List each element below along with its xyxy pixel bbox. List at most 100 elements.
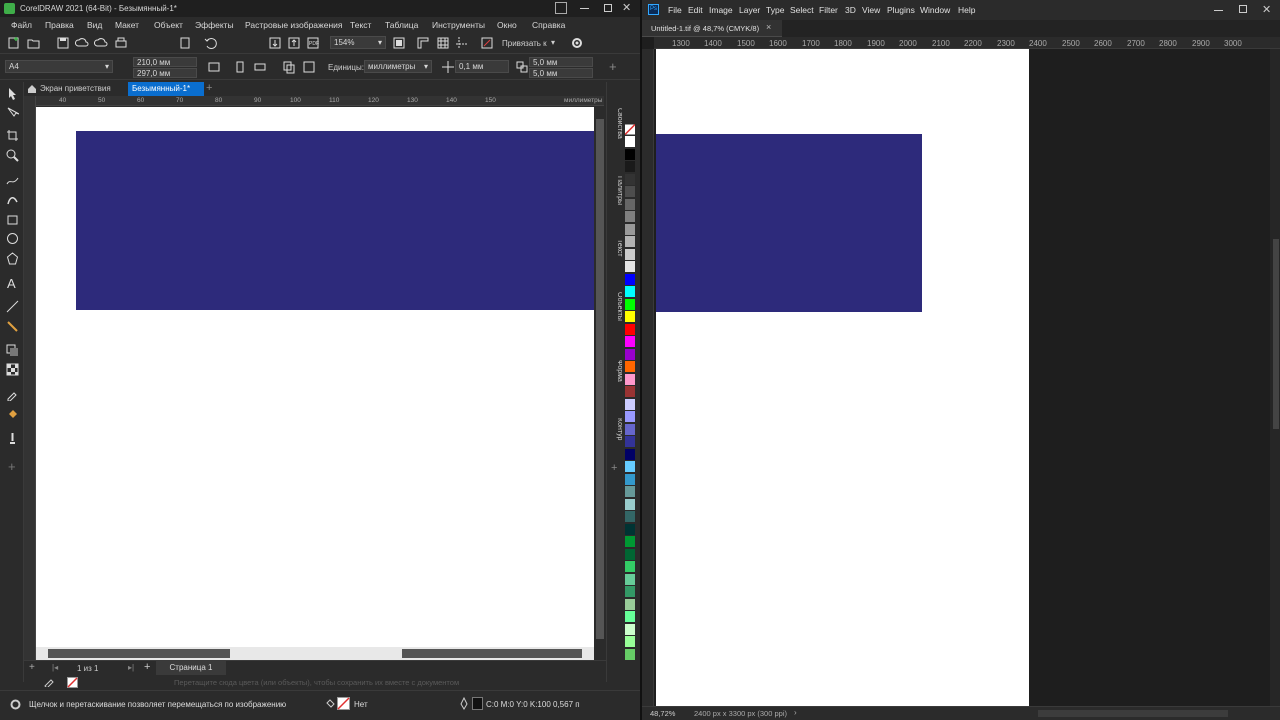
palette-swatch[interactable] <box>625 148 635 160</box>
close-icon[interactable]: ✕ <box>622 1 631 14</box>
zoom-level-select[interactable]: 154% ▾ <box>330 36 386 49</box>
palette-swatch[interactable] <box>625 286 635 297</box>
palette-swatch[interactable] <box>625 648 635 660</box>
interactive-fill-tool-icon[interactable] <box>6 408 19 421</box>
zoom-level[interactable]: 48,72% <box>650 709 675 718</box>
page-height-field[interactable]: 297,0 мм <box>133 68 197 78</box>
add-tool-icon[interactable]: + <box>8 459 16 474</box>
horizontal-scroll-thumb[interactable] <box>1038 710 1228 717</box>
vertical-ruler[interactable] <box>24 96 36 660</box>
menu-view[interactable]: Вид <box>87 20 102 30</box>
palette-swatch[interactable] <box>625 448 635 460</box>
paste-icon[interactable] <box>178 36 192 50</box>
parallel-dimension-tool-icon[interactable] <box>6 300 19 313</box>
text-tool-icon[interactable]: A <box>6 276 19 289</box>
palette-swatch[interactable] <box>625 398 635 410</box>
menu-help[interactable]: Справка <box>532 20 565 30</box>
menu-window[interactable]: Окно <box>497 20 517 30</box>
snap-icon[interactable] <box>480 36 494 50</box>
shape-tool-icon[interactable] <box>6 106 19 119</box>
palette-swatch[interactable] <box>625 173 635 185</box>
rectangle-tool-icon[interactable] <box>6 213 19 226</box>
palette-swatch[interactable] <box>625 586 635 597</box>
add-page-icon[interactable]: + <box>29 662 35 673</box>
new-tab-icon[interactable]: + <box>206 82 212 94</box>
import-icon[interactable] <box>268 36 282 50</box>
nudge-distance-field[interactable]: 0,1 мм <box>455 60 509 73</box>
ellipse-tool-icon[interactable] <box>6 232 19 245</box>
palette-swatch[interactable] <box>625 411 635 422</box>
palette-swatch[interactable] <box>625 611 635 622</box>
vertical-scrollbar[interactable] <box>594 107 606 647</box>
maximize-icon[interactable] <box>604 4 612 12</box>
menu-edit[interactable]: Правка <box>45 20 74 30</box>
minimize-icon[interactable] <box>1214 10 1223 11</box>
palette-swatch[interactable] <box>625 236 635 247</box>
show-rulers-icon[interactable] <box>416 36 430 50</box>
palette-swatch[interactable] <box>625 361 635 372</box>
vertical-scroll-thumb[interactable] <box>1273 239 1279 429</box>
no-color-swatch[interactable] <box>67 677 78 688</box>
cloud-download-icon[interactable] <box>94 36 108 50</box>
save-icon[interactable] <box>56 36 70 50</box>
transparency-tool-icon[interactable] <box>6 363 19 376</box>
crop-tool-icon[interactable] <box>6 129 19 142</box>
palette-swatch[interactable] <box>625 536 635 547</box>
menu-edit[interactable]: Edit <box>688 5 703 15</box>
menu-window[interactable]: Window <box>920 5 950 15</box>
new-document-icon[interactable] <box>7 36 21 50</box>
palette-swatch[interactable] <box>625 561 635 572</box>
vertical-scrollbar[interactable] <box>1270 49 1280 706</box>
palette-swatch[interactable] <box>625 136 635 147</box>
add-icon[interactable]: + <box>609 59 617 74</box>
palette-swatch[interactable] <box>625 461 635 472</box>
palette-swatch[interactable] <box>625 436 635 447</box>
export-icon[interactable] <box>287 36 301 50</box>
menu-layer[interactable]: Layer <box>739 5 760 15</box>
vertical-ruler[interactable] <box>642 49 654 706</box>
tab-untitled-document[interactable]: Безымянный-1* <box>128 82 204 96</box>
palette-swatch[interactable] <box>625 423 635 435</box>
document-info[interactable]: 2400 px x 3300 px (300 ppi) <box>694 709 787 718</box>
palette-swatch[interactable] <box>625 348 635 360</box>
docker-tab-outline[interactable]: Контур <box>607 406 623 461</box>
show-guidelines-icon[interactable] <box>455 36 469 50</box>
menu-effects[interactable]: Эффекты <box>195 20 234 30</box>
palette-swatch[interactable] <box>625 336 635 347</box>
palette-swatch[interactable] <box>625 186 635 197</box>
palette-swatch[interactable] <box>625 211 635 222</box>
pick-tool-icon[interactable] <box>6 87 19 100</box>
artistic-media-tool-icon[interactable] <box>6 193 19 206</box>
menu-object[interactable]: Объект <box>154 20 183 30</box>
print-icon[interactable] <box>114 36 128 50</box>
user-icon[interactable] <box>555 2 567 14</box>
last-page-icon[interactable]: ▸| <box>128 663 134 672</box>
all-pages-icon[interactable] <box>207 60 221 74</box>
menu-table[interactable]: Таблица <box>385 20 418 30</box>
close-icon[interactable]: ✕ <box>1262 3 1271 16</box>
scroll-track-left[interactable] <box>48 649 230 658</box>
palette-swatch[interactable] <box>625 511 635 522</box>
smart-fill-tool-icon[interactable] <box>6 432 19 445</box>
open-folder-icon[interactable] <box>27 36 41 50</box>
maximize-icon[interactable] <box>1239 5 1247 13</box>
palette-swatch[interactable] <box>625 261 635 272</box>
freehand-tool-icon[interactable] <box>6 174 19 187</box>
menu-select[interactable]: Select <box>790 5 814 15</box>
tab-untitled-tif[interactable]: Untitled-1.tif @ 48,7% (CMYK/8) × <box>642 20 782 37</box>
snap-to-label[interactable]: Привязать к <box>502 39 547 48</box>
palette-swatch[interactable] <box>625 623 635 635</box>
page-layout-icon[interactable] <box>302 60 316 74</box>
chevron-down-icon[interactable]: ▾ <box>551 38 555 47</box>
menu-3d[interactable]: 3D <box>845 5 856 15</box>
docker-tab-shape[interactable]: Форма <box>607 348 623 398</box>
palette-swatch[interactable] <box>625 473 635 485</box>
drop-shadow-tool-icon[interactable] <box>6 344 19 357</box>
connector-tool-icon[interactable] <box>6 320 19 333</box>
menu-type[interactable]: Type <box>766 5 784 15</box>
menu-filter[interactable]: Filter <box>819 5 838 15</box>
zoom-tool-icon[interactable] <box>6 149 19 162</box>
palette-swatch[interactable] <box>625 598 635 610</box>
scroll-track-right[interactable] <box>402 649 582 658</box>
menu-bitmaps[interactable]: Растровые изображения <box>245 20 342 30</box>
